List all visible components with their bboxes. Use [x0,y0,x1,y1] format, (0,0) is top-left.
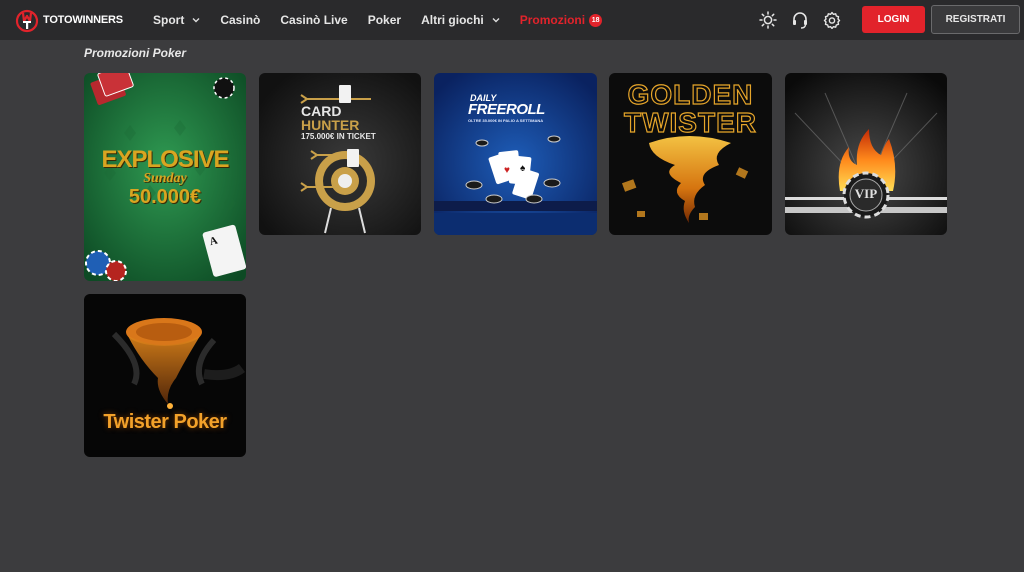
headset-icon [793,12,807,29]
twister-title: TWISTER [623,106,757,138]
support-button[interactable] [790,10,810,30]
freeroll-title: FREEROLL [468,101,545,118]
logo-icon [15,9,39,33]
promo-card-vip[interactable]: VIP [785,73,947,235]
totowinners-logo[interactable]: TOTOWINNERS [14,6,123,34]
freeroll-subtitle: OLTRE 35.000€ IN PALIO A SETTIMANA [468,118,544,123]
promo-card-daily-freeroll[interactable]: ♥ ♠ DAILY FREEROLL OLTRE 35.000€ IN PALI… [434,73,597,235]
explosive-amount: 50.000€ [128,186,202,208]
promo-card-twister-poker[interactable]: Twister Poker [84,294,246,457]
settings-icon [823,11,841,29]
svg-text:♥: ♥ [504,165,510,176]
logo-text: TOTOWINNERS [43,14,123,26]
twister-poker-title: Twister Poker [103,411,227,433]
card-hunter-title-2: HUNTER [301,117,360,133]
sunday-subtitle: Sunday [143,171,187,186]
top-header: TOTOWINNERS Sport Casinò Casinò Live Pok… [0,0,1024,40]
age-badge: 18 [589,13,603,27]
header-tools [758,0,854,40]
nav-casino-live[interactable]: Casinò Live [280,0,347,40]
svg-text:♠: ♠ [520,163,526,174]
settings-button[interactable] [822,10,842,30]
theme-toggle-button[interactable] [758,10,778,30]
nav-sport[interactable]: Sport [153,0,200,40]
promo-card-golden-twister[interactable]: GOLDEN TWISTER [609,73,772,235]
daily-freeroll-banner: ♥ ♠ [434,73,597,235]
promo-card-card-hunter[interactable]: CARD HUNTER 175.000€ IN TICKET [259,73,421,235]
nav-promozioni[interactable]: Promozioni 18 [520,0,603,40]
vip-banner [785,73,947,235]
register-button[interactable]: REGISTRATI [931,5,1020,34]
sun-icon [759,11,777,29]
card-hunter-subtitle: 175.000€ IN TICKET [301,132,376,141]
chevron-down-icon [192,18,200,23]
nav-poker[interactable]: Poker [368,0,401,40]
nav-altri-giochi[interactable]: Altri giochi [421,0,500,40]
card-hunter-banner [259,73,421,235]
chevron-down-icon [492,18,500,23]
main-nav: Sport Casinò Casinò Live Poker Altri gio… [153,0,622,40]
section-title: Promozioni Poker [84,46,187,60]
vip-label: VIP [854,186,878,201]
promo-card-explosive-sunday[interactable]: A EXPLOSIVE Sunday 50.000€ [84,73,246,281]
explosive-title: EXPLOSIVE [101,146,229,173]
login-button[interactable]: LOGIN [862,6,925,33]
nav-casino[interactable]: Casinò [220,0,260,40]
